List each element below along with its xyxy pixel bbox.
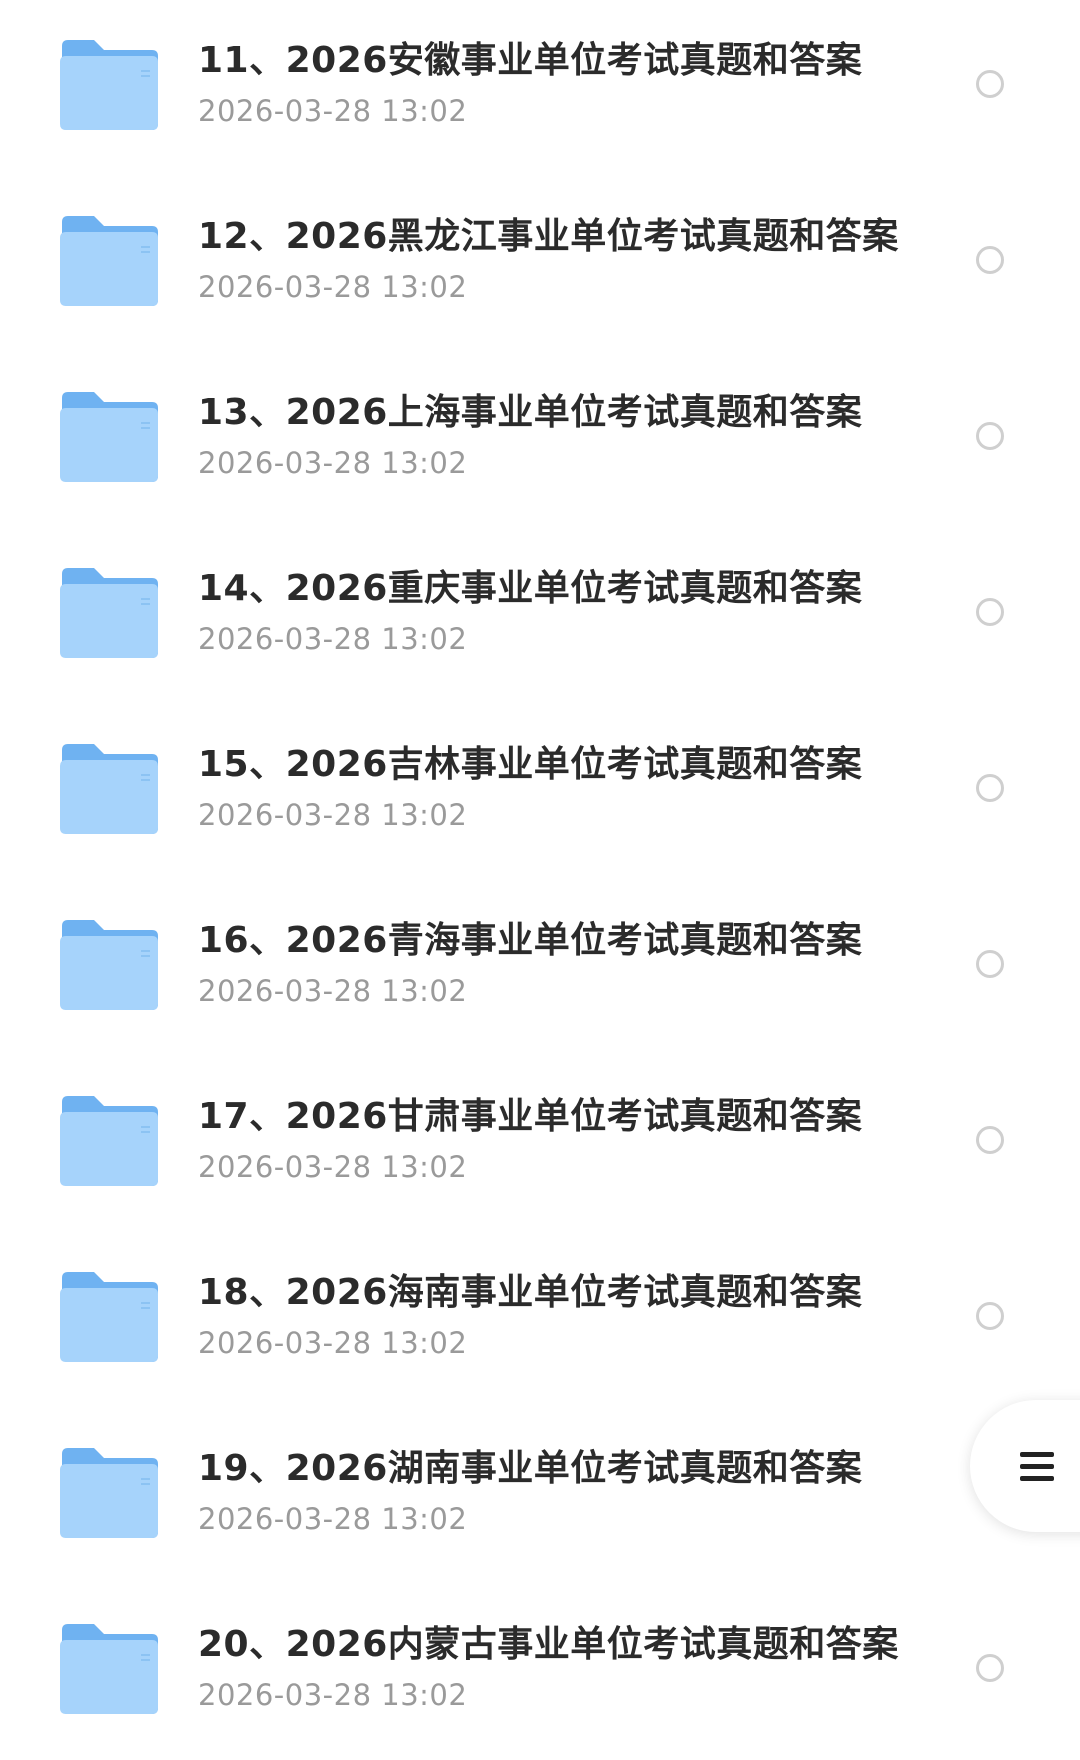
file-title: 20、2026内蒙古事业单位考试真题和答案 <box>198 1624 899 1665</box>
file-title: 17、2026甘肃事业单位考试真题和答案 <box>198 1096 863 1137</box>
file-date: 2026-03-28 13:02 <box>198 798 468 832</box>
folder-icon <box>58 1444 160 1540</box>
select-radio[interactable] <box>976 1654 1004 1682</box>
file-row[interactable]: 18、2026海南事业单位考试真题和答案 2026-03-28 13:02 <box>0 1232 1080 1408</box>
file-date: 2026-03-28 13:02 <box>198 622 468 656</box>
file-row[interactable]: 16、2026青海事业单位考试真题和答案 2026-03-28 13:02 <box>0 880 1080 1056</box>
file-date: 2026-03-28 13:02 <box>198 1502 468 1536</box>
folder-icon <box>58 564 160 660</box>
file-row[interactable]: 13、2026上海事业单位考试真题和答案 2026-03-28 13:02 <box>0 352 1080 528</box>
file-row[interactable]: 17、2026甘肃事业单位考试真题和答案 2026-03-28 13:02 <box>0 1056 1080 1232</box>
folder-icon <box>58 1268 160 1364</box>
select-radio[interactable] <box>976 246 1004 274</box>
select-radio[interactable] <box>976 1126 1004 1154</box>
file-row[interactable]: 14、2026重庆事业单位考试真题和答案 2026-03-28 13:02 <box>0 528 1080 704</box>
file-row[interactable]: 15、2026吉林事业单位考试真题和答案 2026-03-28 13:02 <box>0 704 1080 880</box>
file-title: 12、2026黑龙江事业单位考试真题和答案 <box>198 216 899 257</box>
folder-icon <box>58 1092 160 1188</box>
folder-icon <box>58 916 160 1012</box>
folder-icon <box>58 212 160 308</box>
select-radio[interactable] <box>976 774 1004 802</box>
file-title: 13、2026上海事业单位考试真题和答案 <box>198 392 863 433</box>
file-list: 11、2026安徽事业单位考试真题和答案 2026-03-28 13:02 12… <box>0 0 1080 1751</box>
file-row[interactable]: 19、2026湖南事业单位考试真题和答案 2026-03-28 13:02 <box>0 1408 1080 1584</box>
file-row[interactable]: 20、2026内蒙古事业单位考试真题和答案 2026-03-28 13:02 <box>0 1584 1080 1760</box>
folder-icon <box>58 740 160 836</box>
select-radio[interactable] <box>976 1302 1004 1330</box>
file-date: 2026-03-28 13:02 <box>198 1150 468 1184</box>
select-radio[interactable] <box>976 70 1004 98</box>
file-title: 18、2026海南事业单位考试真题和答案 <box>198 1272 863 1313</box>
folder-icon <box>58 388 160 484</box>
file-row[interactable]: 11、2026安徽事业单位考试真题和答案 2026-03-28 13:02 <box>0 0 1080 176</box>
file-title: 11、2026安徽事业单位考试真题和答案 <box>198 40 863 81</box>
file-date: 2026-03-28 13:02 <box>198 1678 468 1712</box>
select-radio[interactable] <box>976 422 1004 450</box>
file-date: 2026-03-28 13:02 <box>198 94 468 128</box>
file-title: 14、2026重庆事业单位考试真题和答案 <box>198 568 863 609</box>
file-title: 16、2026青海事业单位考试真题和答案 <box>198 920 863 961</box>
select-radio[interactable] <box>976 950 1004 978</box>
file-title: 15、2026吉林事业单位考试真题和答案 <box>198 744 863 785</box>
file-title: 19、2026湖南事业单位考试真题和答案 <box>198 1448 863 1489</box>
folder-icon <box>58 1620 160 1716</box>
file-date: 2026-03-28 13:02 <box>198 446 468 480</box>
folder-icon <box>58 36 160 132</box>
file-date: 2026-03-28 13:02 <box>198 270 468 304</box>
file-date: 2026-03-28 13:02 <box>198 974 468 1008</box>
file-row[interactable]: 12、2026黑龙江事业单位考试真题和答案 2026-03-28 13:02 <box>0 176 1080 352</box>
menu-lines-icon <box>1020 1450 1054 1484</box>
select-radio[interactable] <box>976 598 1004 626</box>
file-date: 2026-03-28 13:02 <box>198 1326 468 1360</box>
